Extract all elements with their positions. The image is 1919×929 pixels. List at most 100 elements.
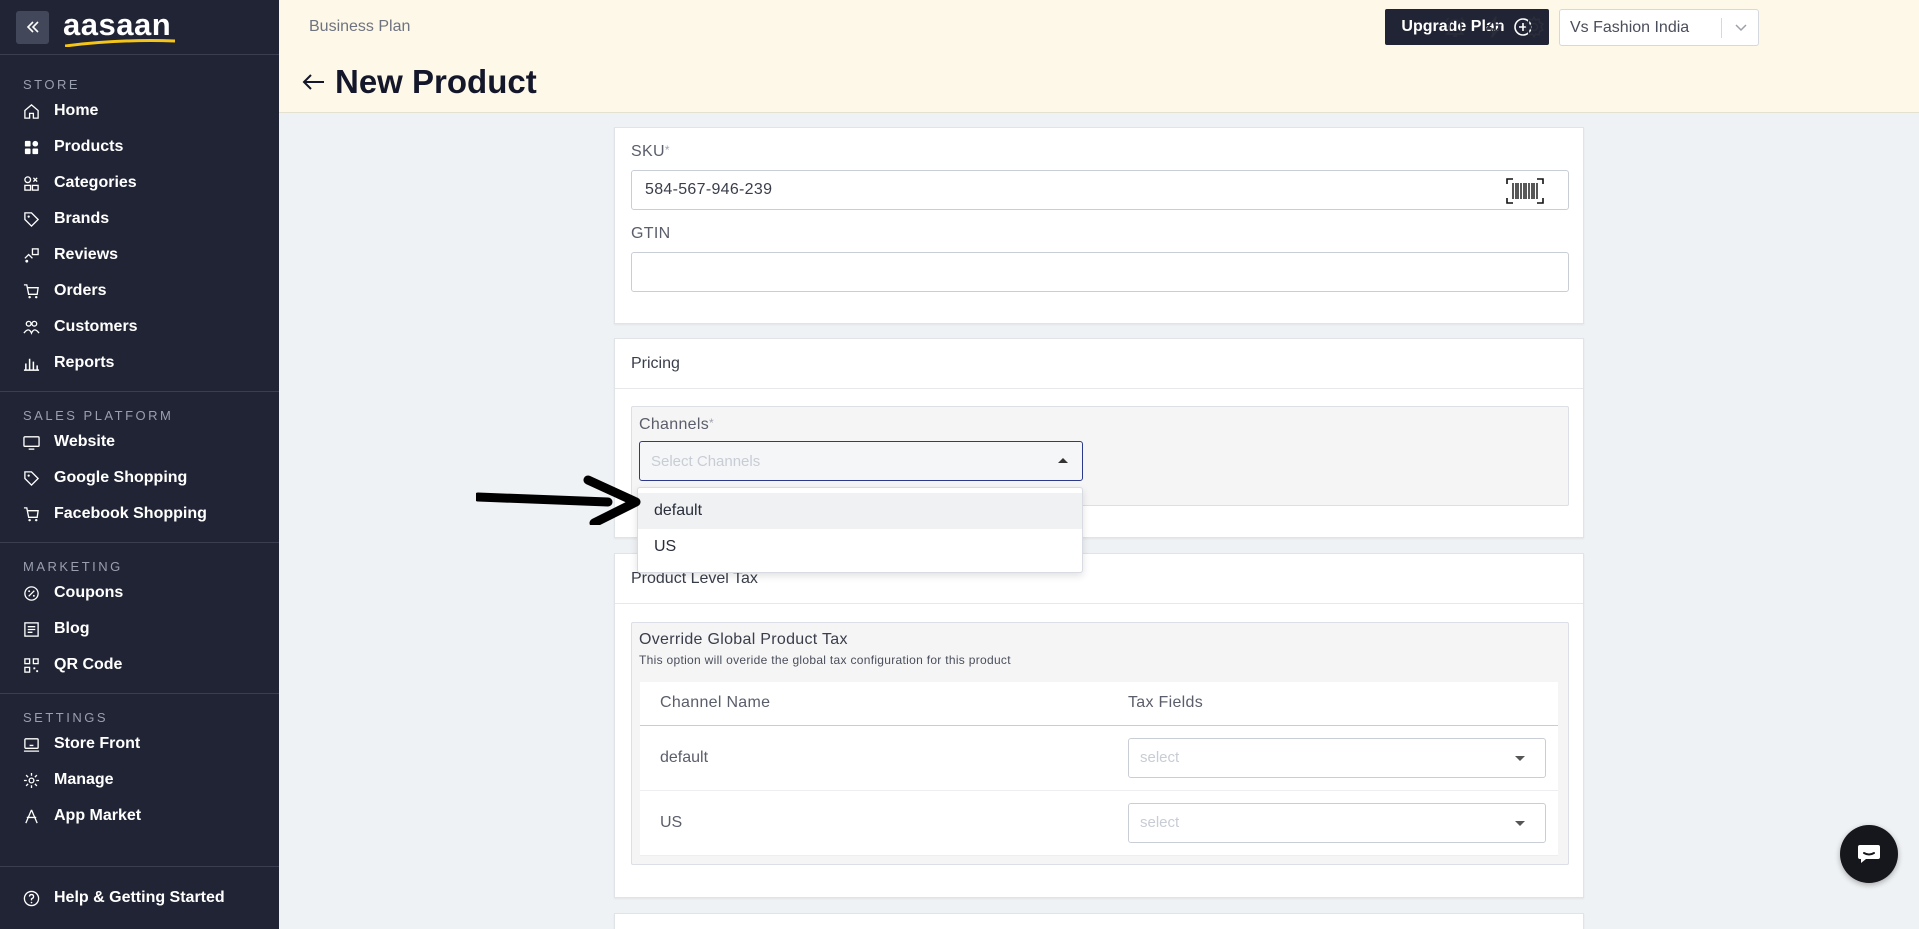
selector-separator (1721, 18, 1722, 38)
store-name: Vs Fashion India (1570, 18, 1690, 36)
pricing-title: Pricing (615, 339, 1583, 389)
caret-down-icon (1515, 755, 1525, 761)
sidebar-item-label: Coupons (54, 584, 124, 601)
help-icon (23, 890, 40, 906)
override-tax-box: Override Global Product Tax This option … (631, 622, 1569, 865)
override-description: This option will overide the global tax … (639, 653, 1011, 667)
sidebar-item-label: Categories (54, 174, 137, 191)
gear-icon (23, 772, 40, 788)
sidebar-header: aasaan (0, 0, 279, 55)
gtin-input[interactable] (631, 252, 1569, 292)
next-card (614, 913, 1584, 929)
sidebar-item-home[interactable]: Home (0, 93, 279, 129)
sku-label: SKU* (631, 143, 670, 160)
double-chevron-left-icon (26, 21, 39, 33)
channel-option-default[interactable]: default (638, 493, 1082, 529)
chevron-down-icon (1735, 24, 1747, 32)
sidebar-item-label: Customers (54, 318, 138, 335)
table-row: default select (640, 725, 1558, 791)
app-market-icon (25, 809, 38, 823)
section-marketing: MARKETING (23, 559, 123, 574)
sidebar-item-coupons[interactable]: Coupons (0, 575, 279, 611)
sidebar-item-facebook-shopping[interactable]: Facebook Shopping (0, 496, 279, 532)
monitor-icon (23, 435, 40, 450)
section-settings: SETTINGS (23, 710, 109, 725)
tag-icon (24, 211, 40, 227)
qr-icon (24, 657, 39, 673)
coupon-icon (24, 585, 39, 601)
sidebar-divider (0, 693, 279, 694)
sku-card: SKU* 584-567-946-239 GTIN (614, 127, 1584, 324)
sidebar-item-manage[interactable]: Manage (0, 762, 279, 798)
help-label: Help & Getting Started (54, 889, 225, 906)
tax-field-cell: select (1108, 725, 1558, 791)
sidebar-item-app-market[interactable]: App Market (0, 798, 279, 834)
sales-nav: Website Google Shopping Facebook Shoppin… (0, 424, 279, 532)
gear-icon[interactable] (1522, 15, 1546, 39)
home-icon (24, 103, 39, 119)
column-tax-fields: Tax Fields (1108, 682, 1558, 726)
sidebar-item-label: Reviews (54, 246, 119, 263)
sidebar-item-orders[interactable]: Orders (0, 273, 279, 309)
plan-label: Business Plan (309, 18, 411, 35)
tax-select-default[interactable]: select (1128, 737, 1546, 778)
tax-table: Channel Name Tax Fields default select U… (640, 682, 1558, 856)
sidebar-item-label: Google Shopping (54, 469, 188, 486)
collapse-sidebar-button[interactable] (16, 10, 49, 44)
storefront-icon (23, 737, 40, 752)
caret-up-icon (1058, 458, 1068, 463)
page-title: New Product (335, 63, 537, 100)
sidebar-item-blog[interactable]: Blog (0, 611, 279, 647)
channels-placeholder: Select Channels (651, 452, 761, 470)
lightning-icon[interactable] (1483, 15, 1505, 39)
sidebar-item-categories[interactable]: Categories (0, 165, 279, 201)
bell-icon[interactable] (1443, 15, 1467, 39)
chart-icon (23, 358, 40, 371)
chat-support-button[interactable] (1840, 825, 1898, 883)
tax-placeholder: select (1140, 814, 1180, 831)
sidebar-item-google-shopping[interactable]: Google Shopping (0, 460, 279, 496)
sidebar-item-label: App Market (54, 807, 142, 824)
arrow-left-icon (302, 74, 324, 90)
store-nav: Home Products Categories Brands Reviews … (0, 93, 279, 381)
cart-icon (23, 283, 39, 298)
sidebar-item-website[interactable]: Website (0, 424, 279, 460)
sidebar-item-label: Manage (54, 771, 114, 788)
blog-icon (24, 621, 39, 637)
channel-name-cell: default (640, 725, 1108, 791)
sidebar-item-reviews[interactable]: Reviews (0, 237, 279, 273)
table-header-row: Channel Name Tax Fields (640, 682, 1558, 726)
column-channel-name: Channel Name (640, 682, 1108, 726)
barcode-scan-icon[interactable] (1506, 178, 1544, 204)
aasaan-logo[interactable]: aasaan (63, 9, 175, 47)
sidebar-item-label: Products (54, 138, 124, 155)
section-store: STORE (23, 77, 81, 92)
categories-icon (24, 175, 39, 191)
channel-name-cell: US (640, 790, 1108, 856)
sidebar-item-brands[interactable]: Brands (0, 201, 279, 237)
gtin-label: GTIN (631, 225, 671, 242)
settings-nav: Store Front Manage App Market (0, 726, 279, 834)
caret-down-icon (1515, 820, 1525, 826)
sidebar-item-products[interactable]: Products (0, 129, 279, 165)
cart-icon (23, 506, 39, 521)
back-button[interactable] (302, 73, 326, 96)
sidebar-item-label: Home (54, 102, 99, 119)
tax-select-us[interactable]: select (1128, 802, 1546, 843)
channels-select[interactable]: Select Channels (639, 441, 1083, 481)
products-icon (24, 140, 39, 154)
channel-option-us[interactable]: US (638, 529, 1082, 565)
users-icon (23, 320, 40, 335)
help-getting-started[interactable]: Help & Getting Started (0, 866, 279, 929)
annotation-arrow-icon (476, 475, 641, 525)
sidebar-item-qr-code[interactable]: QR Code (0, 647, 279, 683)
sidebar-item-label: QR Code (54, 656, 123, 673)
sku-input[interactable]: 584-567-946-239 (631, 170, 1569, 210)
sidebar-item-reports[interactable]: Reports (0, 345, 279, 381)
sidebar-item-label: Blog (54, 620, 90, 637)
sidebar-item-customers[interactable]: Customers (0, 309, 279, 345)
store-selector[interactable]: Vs Fashion India (1559, 9, 1759, 46)
marketing-nav: Coupons Blog QR Code (0, 575, 279, 683)
sidebar-divider (0, 391, 279, 392)
sidebar-item-store-front[interactable]: Store Front (0, 726, 279, 762)
